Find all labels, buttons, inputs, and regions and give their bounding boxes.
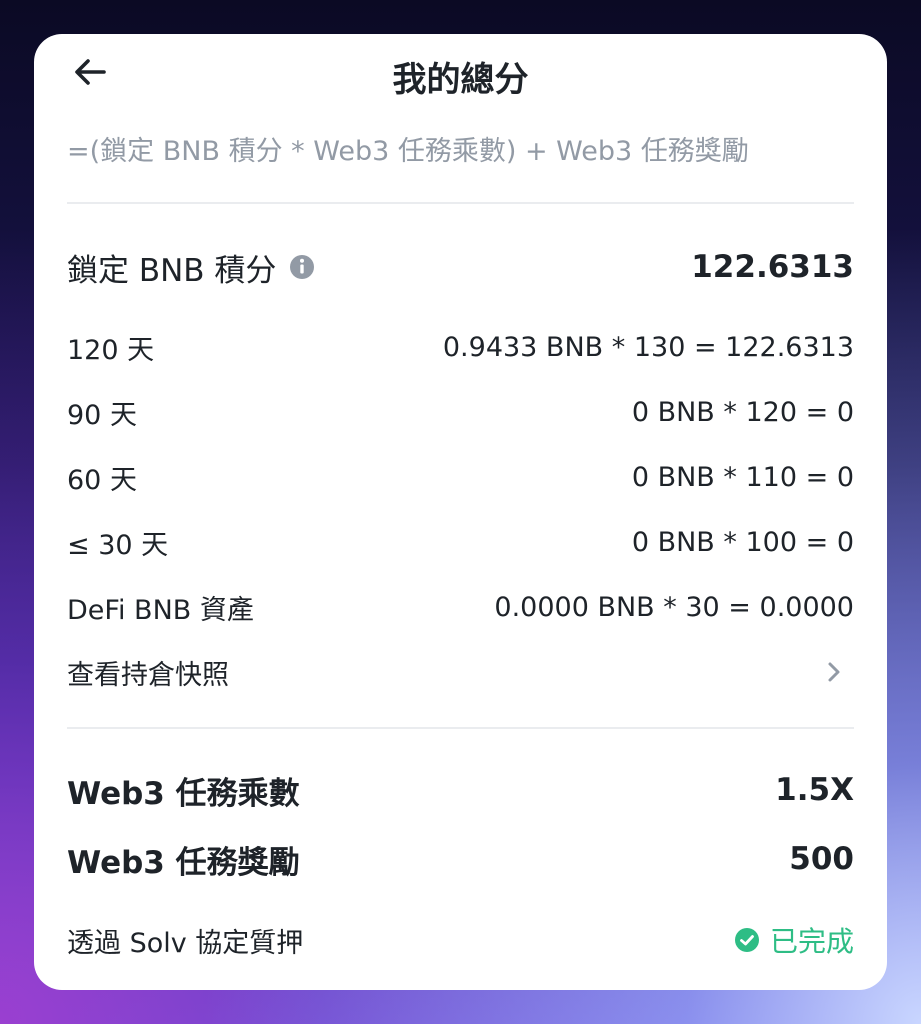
tier-value: 0 BNB * 120 = 0 [631,396,854,428]
tier-row: 60 天 0 BNB * 110 = 0 [67,457,854,497]
tier-row: 120 天 0.9433 BNB * 130 = 122.6313 [67,327,854,367]
locked-points-label: 鎖定 BNB 積分 [67,252,277,289]
status-text: 已完成 [769,925,854,958]
multiplier-row: Web3 任務乘數 1.5X [67,768,854,812]
tier-label: 90 天 [67,399,137,431]
multiplier-label: Web3 任務乘數 [67,775,300,812]
view-snapshot-link[interactable]: 查看持倉快照 [67,652,854,692]
tier-label: DeFi BNB 資產 [67,594,254,626]
solv-task-row: 透過 Solv 協定質押 已完成 [67,920,854,960]
info-icon[interactable] [288,253,316,281]
solv-task-label: 透過 Solv 協定質押 [67,927,304,959]
tier-value: 0.9433 BNB * 130 = 122.6313 [442,331,854,363]
tier-value: 0.0000 BNB * 30 = 0.0000 [494,591,854,623]
tier-label: 120 天 [67,334,155,366]
divider [67,727,854,729]
tier-label: 60 天 [67,464,137,496]
tier-label: ≤ 30 天 [67,529,169,561]
multiplier-value: 1.5X [775,772,854,808]
status-badge: 已完成 [734,920,854,960]
tier-row: ≤ 30 天 0 BNB * 100 = 0 [67,522,854,562]
reward-label: Web3 任務獎勵 [67,844,300,881]
tier-row: DeFi BNB 資產 0.0000 BNB * 30 = 0.0000 [67,587,854,627]
view-snapshot-label: 查看持倉快照 [67,659,229,691]
chevron-right-icon [822,660,846,684]
reward-value: 500 [789,841,854,877]
tier-row: 90 天 0 BNB * 120 = 0 [67,392,854,432]
divider [67,202,854,204]
score-formula: =(鎖定 BNB 積分 * Web3 任務乘數) + Web3 任務獎勵 [67,136,749,167]
locked-points-value: 122.6313 [691,249,854,285]
page-title: 我的總分 [392,60,529,100]
tier-value: 0 BNB * 100 = 0 [631,526,854,558]
header: 我的總分 [34,34,887,110]
reward-row: Web3 任務獎勵 500 [67,837,854,881]
locked-points-row: 鎖定 BNB 積分 122.6313 [67,245,854,289]
total-score-card: 我的總分 =(鎖定 BNB 積分 * Web3 任務乘數) + Web3 任務獎… [34,34,887,990]
check-circle-icon [734,928,759,952]
tier-value: 0 BNB * 110 = 0 [631,461,854,493]
